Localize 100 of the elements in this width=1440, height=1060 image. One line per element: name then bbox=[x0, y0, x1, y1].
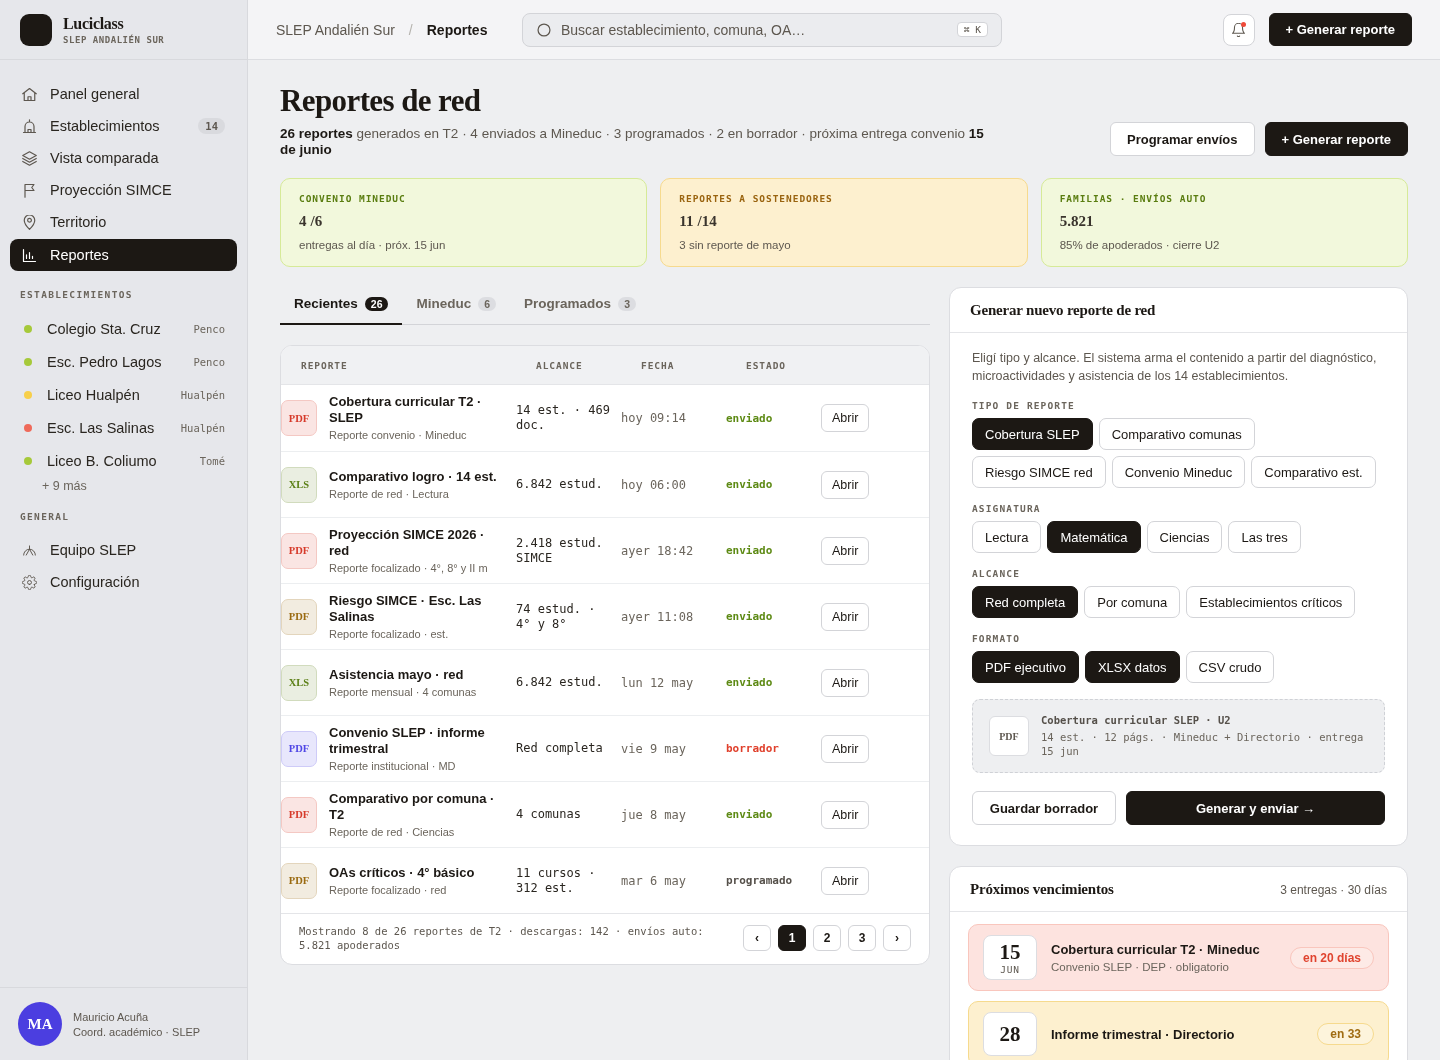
option-chip[interactable]: XLSX datos bbox=[1084, 651, 1180, 683]
next-page-button[interactable]: › bbox=[883, 925, 911, 951]
primary-button[interactable]: + Generar reporte bbox=[1264, 122, 1408, 156]
open-button[interactable]: Abrir bbox=[821, 602, 870, 631]
breadcrumb-separator: / bbox=[408, 21, 413, 38]
secondary-button[interactable]: Guardar borrador bbox=[972, 791, 1116, 825]
panel-title: Generar nuevo reporte de red bbox=[970, 302, 1157, 319]
user-avatar: MA bbox=[18, 1002, 62, 1046]
brand-subtitle: SLEP ANDALIÉN SUR bbox=[63, 34, 165, 45]
option-chip[interactable]: Las tres bbox=[1228, 521, 1301, 553]
report-title[interactable]: OAs críticos · 4° básico bbox=[329, 864, 475, 881]
primary-button[interactable]: Generar y enviar → bbox=[1126, 791, 1385, 825]
table-cell-text: jue 8 may bbox=[621, 807, 688, 822]
tab[interactable]: Programados 3 bbox=[510, 287, 650, 325]
deadline-title: Informe trimestral · Directorio bbox=[1051, 1026, 1236, 1042]
option-chip[interactable]: Comparativo est. bbox=[1251, 456, 1376, 488]
status-label: programado bbox=[726, 874, 794, 887]
option-chip[interactable]: Comparativo comunas bbox=[1098, 418, 1255, 450]
table-cell-text: vie 9 may bbox=[621, 741, 688, 756]
page-button[interactable]: 1 bbox=[778, 925, 806, 951]
count-badge: 14 bbox=[198, 118, 225, 134]
option-chip[interactable]: PDF ejecutivo bbox=[972, 651, 1079, 683]
option-chip[interactable]: Cobertura SLEP bbox=[972, 418, 1093, 450]
tab[interactable]: Recientes 26 bbox=[280, 287, 403, 325]
report-subtitle: Reporte focalizado · est. bbox=[329, 626, 450, 641]
option-chip[interactable]: Ciencias bbox=[1146, 521, 1223, 553]
secondary-button[interactable]: Programar envíos bbox=[1110, 122, 1255, 156]
nav-item[interactable]: Panel general bbox=[10, 78, 237, 110]
open-button[interactable]: Abrir bbox=[821, 404, 870, 432]
new-report-button[interactable]: + Generar reporte bbox=[1268, 13, 1412, 46]
page-button[interactable]: 3 bbox=[848, 925, 876, 951]
option-chip[interactable]: Lectura bbox=[972, 521, 1042, 553]
nav-item[interactable]: Reportes bbox=[10, 239, 237, 271]
report-subtitle: Reporte institucional · MD bbox=[329, 758, 457, 773]
kpi-value: 4 /6 bbox=[299, 213, 324, 230]
kpi-value: 11 /14 bbox=[679, 213, 718, 230]
section-heading: GENERAL bbox=[19, 510, 71, 524]
logo-icon bbox=[20, 13, 52, 46]
column-header: REPORTE bbox=[301, 359, 349, 371]
date-day: 15 bbox=[999, 940, 1021, 964]
report-title[interactable]: Riesgo SIMCE · Esc. Las Salinas bbox=[329, 592, 508, 625]
report-title[interactable]: Comparativo logro · 14 est. bbox=[329, 468, 497, 485]
status-label: borrador bbox=[726, 742, 780, 755]
report-title[interactable]: Asistencia mayo · red bbox=[329, 666, 477, 683]
file-format-tile: XLS bbox=[281, 664, 317, 701]
file-format-tile: XLS bbox=[281, 466, 317, 503]
option-chip[interactable]: Por comuna bbox=[1084, 586, 1181, 618]
open-button[interactable]: Abrir bbox=[821, 800, 870, 829]
open-button[interactable]: Abrir bbox=[821, 470, 870, 499]
flag-icon bbox=[22, 182, 37, 198]
school-link[interactable]: Liceo B. Coliumo bbox=[47, 452, 185, 469]
section-heading: ESTABLECIMIENTOS bbox=[19, 288, 134, 302]
table-cell-text: ayer 11:08 bbox=[621, 609, 695, 624]
previous-page-button[interactable]: ‹ bbox=[743, 925, 771, 951]
school-link[interactable]: Esc. Pedro Lagos bbox=[47, 353, 179, 370]
option-chip[interactable]: Convenio Mineduc bbox=[1111, 456, 1246, 488]
due-pill: en 33 bbox=[1317, 1023, 1374, 1045]
group-label: ASIGNATURA bbox=[972, 503, 1042, 514]
option-chip[interactable]: Red completa bbox=[972, 586, 1079, 618]
report-title[interactable]: Comparativo por comuna · T2 bbox=[329, 790, 508, 823]
nav-item[interactable]: Configuración bbox=[10, 566, 237, 598]
page-button[interactable]: 2 bbox=[813, 925, 841, 951]
option-chip[interactable]: CSV crudo bbox=[1185, 651, 1275, 683]
more-link[interactable]: + 9 más bbox=[24, 477, 87, 493]
school-link[interactable]: Esc. Las Salinas bbox=[47, 419, 166, 436]
nav-item[interactable]: Territorio bbox=[10, 206, 237, 238]
school-link[interactable]: Liceo Hualpén bbox=[47, 386, 166, 403]
report-title[interactable]: Cobertura curricular T2 · SLEP bbox=[329, 394, 508, 426]
report-title[interactable]: Convenio SLEP · informe trimestral bbox=[329, 724, 508, 757]
open-button[interactable]: Abrir bbox=[821, 536, 870, 565]
option-chip[interactable]: Establecimientos críticos bbox=[1186, 586, 1356, 618]
column-header: ALCANCE bbox=[536, 359, 584, 371]
nav-item[interactable]: Proyección SIMCE bbox=[10, 174, 237, 206]
tab[interactable]: Mineduc 6 bbox=[402, 287, 511, 325]
breadcrumb-link[interactable]: SLEP Andalién Sur bbox=[276, 21, 395, 38]
option-chip[interactable]: Matemática bbox=[1047, 521, 1141, 553]
school-link[interactable]: Colegio Sta. Cruz bbox=[47, 320, 179, 337]
nav-item[interactable]: Vista comparada bbox=[10, 142, 237, 174]
table-cell-text: 14 est. · 469 doc. bbox=[516, 403, 611, 433]
home-icon bbox=[22, 86, 37, 102]
deadline-card[interactable]: 15 JUN Cobertura curricular T2 · Mineduc Convenio SLEP · DEP · obligatorio en 20 días bbox=[968, 924, 1389, 991]
status-label: enviado bbox=[726, 676, 774, 689]
deadline-card[interactable]: 28 Informe trimestral · Directorio en 33 bbox=[968, 1001, 1389, 1060]
building-icon bbox=[22, 118, 37, 134]
settings-icon bbox=[22, 574, 37, 590]
open-button[interactable]: Abrir bbox=[821, 866, 870, 895]
option-chip[interactable]: Riesgo SIMCE red bbox=[972, 456, 1106, 488]
commune-label: Hualpén bbox=[180, 388, 225, 401]
bar-chart-icon bbox=[22, 247, 37, 263]
breadcrumb-current: Reportes bbox=[426, 21, 488, 38]
deadline-title: Cobertura curricular T2 · Mineduc bbox=[1051, 942, 1261, 957]
open-button[interactable]: Abrir bbox=[821, 734, 870, 763]
open-button[interactable]: Abrir bbox=[821, 668, 870, 697]
report-title[interactable]: Proyección SIMCE 2026 · red bbox=[329, 526, 508, 559]
table-cell-text: 2.418 estud. SIMCE bbox=[516, 535, 604, 566]
date-day: 28 bbox=[999, 1022, 1021, 1046]
nav-item[interactable]: Establecimientos bbox=[10, 110, 199, 142]
count-badge: 6 bbox=[478, 296, 497, 311]
nav-item[interactable]: Equipo SLEP bbox=[10, 534, 237, 566]
notifications-button[interactable] bbox=[1222, 13, 1255, 46]
